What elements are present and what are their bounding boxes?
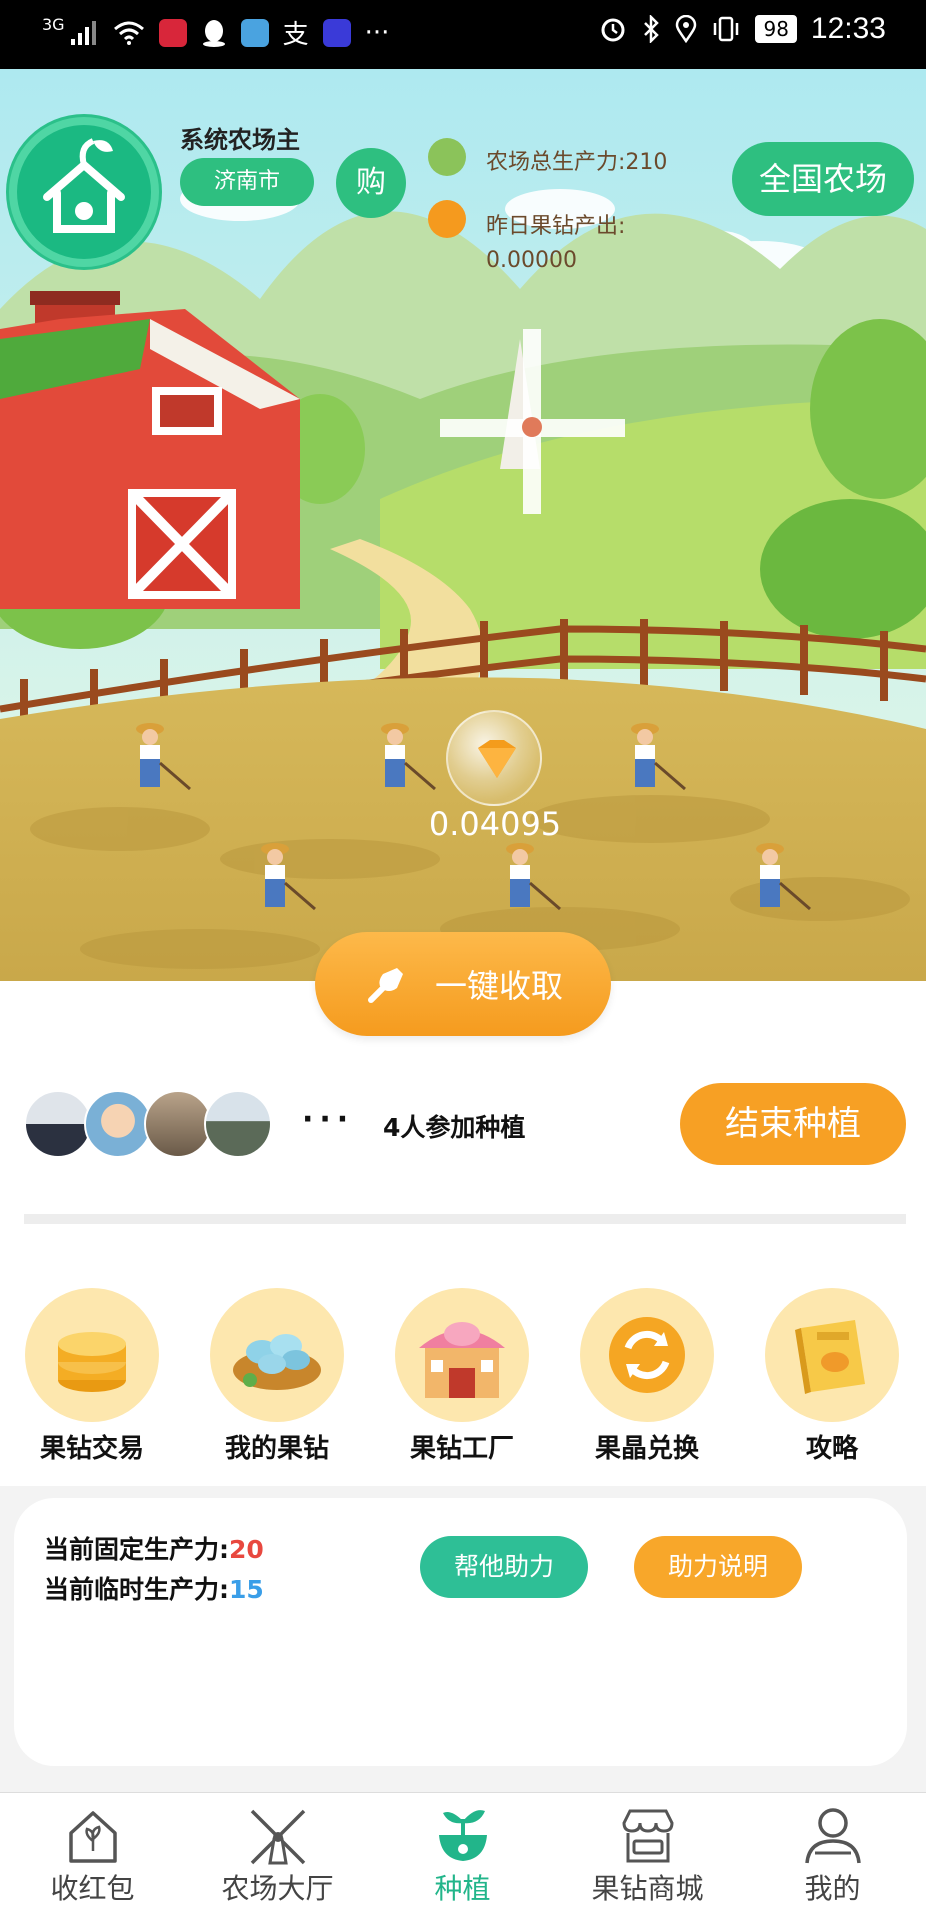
- feature-label: 果晶兑换: [594, 1434, 699, 1464]
- feature-icon-bg: [580, 1288, 714, 1422]
- telegram-app-icon: [240, 18, 269, 47]
- participants-count: 4人参加种植: [383, 1113, 526, 1142]
- nav-mine[interactable]: 我的: [740, 1805, 925, 1907]
- feature-label: 我的果钻: [224, 1434, 329, 1464]
- farm-power-icon: [428, 138, 466, 176]
- coin-stack-icon: [58, 1332, 126, 1392]
- feature-icon-bg: [765, 1288, 899, 1422]
- bottom-nav: 收红包 农场大厅 种植 果钻商城 我的: [0, 1792, 926, 1920]
- avatar: [24, 1090, 92, 1158]
- album-book-icon: [795, 1320, 865, 1394]
- total-power-stat: 农场总生产力:210: [486, 150, 668, 175]
- yesterday-output-value: 0.00000: [486, 248, 577, 273]
- feature-icon-bg: [210, 1288, 344, 1422]
- qq-icon: [202, 19, 225, 47]
- feature-label: 果钻交易: [39, 1434, 144, 1464]
- nav-label: 我的: [804, 1872, 861, 1905]
- buy-button[interactable]: 购: [336, 148, 406, 218]
- exchange-icon: [609, 1317, 685, 1393]
- factory-icon: [419, 1322, 505, 1398]
- more-dots: ···: [302, 1102, 355, 1137]
- nav-label: 果钻商城: [591, 1872, 704, 1905]
- status-bar: 3G 支 ··· 98 12:33: [0, 0, 926, 69]
- app-screen: 3G 支 ··· 98 12:33 系统农场主 济南市 购 农场总生产力:210…: [0, 0, 926, 1920]
- feature-gem-trade[interactable]: 果钻交易: [17, 1288, 167, 1465]
- national-farm-button[interactable]: 全国农场: [732, 142, 914, 216]
- nav-label: 农场大厅: [221, 1872, 334, 1905]
- farm-owner-name: 系统农场主: [180, 126, 300, 154]
- house-leaf-logo-icon: [43, 138, 125, 233]
- more-notifications: ···: [364, 17, 390, 48]
- fixed-power-label: 当前固定生产力:: [44, 1535, 229, 1564]
- fixed-power-value: 20: [229, 1535, 264, 1564]
- city-button[interactable]: 济南市: [180, 158, 314, 206]
- shop-icon: [621, 1809, 674, 1863]
- user-icon: [804, 1808, 861, 1864]
- signal-icon: [70, 20, 96, 45]
- harvest-label: 一键收取: [434, 967, 563, 1005]
- nav-label: 种植: [434, 1872, 491, 1905]
- feature-my-gems[interactable]: 我的果钻: [202, 1288, 352, 1465]
- wifi-icon: [113, 21, 144, 45]
- vibrate-icon: [714, 16, 739, 42]
- farm-logo[interactable]: [9, 117, 159, 267]
- sprout-icon: [438, 1810, 487, 1861]
- diamond-basket-icon: [233, 1334, 321, 1390]
- feature-grid: 果钻交易 我的果钻 果钻工厂 果晶兑换 攻略: [0, 1288, 926, 1464]
- temp-power: 当前临时生产力:15: [44, 1570, 264, 1606]
- location-icon: [676, 15, 697, 43]
- feature-label: 攻略: [805, 1434, 858, 1464]
- temp-power-value: 15: [229, 1575, 264, 1604]
- windmill-icon: [250, 1809, 305, 1865]
- feature-label: 果钻工厂: [409, 1434, 514, 1464]
- harvest-all-button[interactable]: 一键收取: [315, 932, 611, 1036]
- gem-value: 0.04095: [428, 805, 562, 843]
- participant-avatars[interactable]: [24, 1090, 272, 1158]
- feature-guide[interactable]: 攻略: [757, 1288, 907, 1465]
- battery-indicator: 98: [755, 15, 797, 43]
- boost-explanation-button[interactable]: 助力说明: [634, 1536, 802, 1598]
- nav-farm-hall[interactable]: 农场大厅: [185, 1805, 370, 1907]
- tiktok-app-icon: [158, 18, 187, 47]
- temp-power-label: 当前临时生产力:: [44, 1575, 229, 1604]
- diamond-icon: [478, 740, 516, 778]
- help-boost-button[interactable]: 帮他助力: [420, 1536, 588, 1598]
- feature-gem-factory[interactable]: 果钻工厂: [387, 1288, 537, 1465]
- fixed-power: 当前固定生产力:20: [44, 1530, 264, 1566]
- nav-gem-mall[interactable]: 果钻商城: [555, 1805, 740, 1907]
- nav-planting[interactable]: 种植: [370, 1805, 555, 1907]
- avatar: [204, 1090, 272, 1158]
- feature-icon-bg: [25, 1288, 159, 1422]
- divider: [24, 1214, 906, 1224]
- feature-icon-bg: [395, 1288, 529, 1422]
- nav-label: 收红包: [50, 1872, 135, 1905]
- network-indicator: 3G: [42, 15, 65, 34]
- nav-red-packet[interactable]: 收红包: [0, 1805, 185, 1907]
- shovel-icon: [367, 968, 403, 1003]
- house-leaf-icon: [68, 1811, 117, 1863]
- avatar: [144, 1090, 212, 1158]
- alipay-icon: 支: [282, 20, 309, 50]
- yesterday-output-label: 昨日果钻产出:: [486, 214, 626, 239]
- gem-bubble[interactable]: [446, 710, 542, 806]
- orange-fruit-icon: [428, 200, 466, 238]
- feature-crystal-exchange[interactable]: 果晶兑换: [572, 1288, 722, 1465]
- clock: 12:33: [810, 12, 886, 45]
- end-planting-button[interactable]: 结束种植: [680, 1083, 906, 1165]
- app-badge-icon: [322, 18, 351, 47]
- alarm-icon: [601, 18, 625, 42]
- bluetooth-icon: [644, 15, 660, 43]
- avatar: [84, 1090, 152, 1158]
